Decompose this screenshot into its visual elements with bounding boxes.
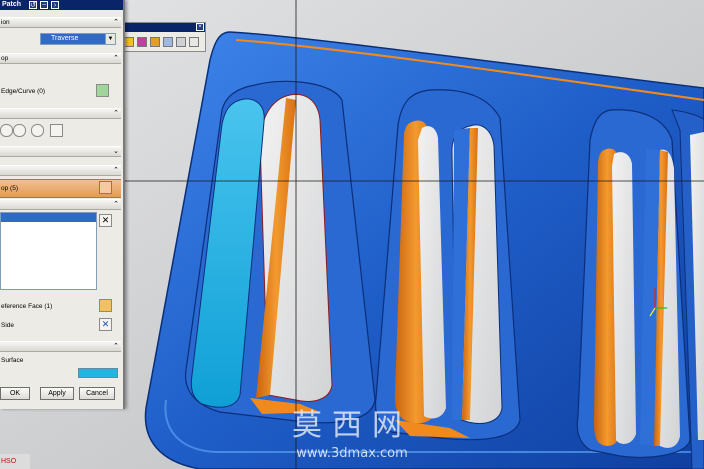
selection-row-label: op (5) xyxy=(1,185,18,192)
chevron-up-icon: ⌃ xyxy=(113,167,119,174)
tool-circle-icon-3[interactable] xyxy=(31,124,44,137)
chevron-up-icon: ⌃ xyxy=(113,110,119,117)
chevron-down-icon[interactable]: ▼ xyxy=(105,34,115,44)
edge-curve-label: Edge/Curve (0) xyxy=(1,88,46,95)
reference-face-label: eference Face (1) xyxy=(1,303,53,310)
selection-row[interactable]: op (5) xyxy=(0,179,121,198)
flag-icon[interactable] xyxy=(50,124,63,137)
loop-list[interactable] xyxy=(0,212,97,290)
list-item-selected[interactable] xyxy=(1,213,96,222)
dropdown-value: Traverse xyxy=(51,35,79,42)
reverse-side-icon[interactable]: ✕ xyxy=(99,318,112,331)
section-tools[interactable]: ⌃ xyxy=(0,108,121,119)
tool-circle-icon-2[interactable] xyxy=(13,124,26,137)
axis-label: XC xyxy=(666,307,675,313)
refresh-icon[interactable]: ↺ xyxy=(29,1,37,9)
ok-button[interactable]: OK xyxy=(0,387,30,400)
chevron-up-icon: ⌃ xyxy=(113,343,119,350)
chevron-up-icon: ⌃ xyxy=(113,19,119,26)
reference-face-icon[interactable] xyxy=(99,299,112,312)
side-label: Side xyxy=(1,322,15,329)
tool-icon-2[interactable] xyxy=(137,37,147,47)
traverse-dropdown[interactable]: Traverse ▼ xyxy=(40,33,116,45)
remove-icon[interactable]: ✕ xyxy=(99,214,112,227)
section-loop[interactable]: op ⌃ xyxy=(0,53,121,64)
cancel-button[interactable]: Cancel xyxy=(79,387,115,400)
tool-icon-5[interactable] xyxy=(176,37,186,47)
close-icon[interactable]: × xyxy=(196,23,204,31)
chevron-down-icon: ⌄ xyxy=(113,148,119,155)
section-collapsed[interactable]: ⌄ xyxy=(0,146,121,157)
section-selection[interactable]: ⌃ xyxy=(0,165,121,176)
section-option[interactable]: ion ⌃ xyxy=(0,17,121,28)
tool-icon-3[interactable] xyxy=(150,37,160,47)
patch-dialog: Patch ↺ − › ion ⌃ Traverse ▼ op ⌃ Edge/C… xyxy=(0,0,125,409)
tool-icon-1[interactable] xyxy=(124,37,134,47)
arrow-right-icon[interactable]: › xyxy=(51,1,59,9)
surface-label: Surface xyxy=(1,357,24,364)
tool-icon-4[interactable] xyxy=(163,37,173,47)
minimize-icon[interactable]: − xyxy=(40,1,48,9)
tool-icon-6[interactable] xyxy=(189,37,199,47)
watermark-url: www.3dmax.com xyxy=(296,446,408,461)
select-loop-icon[interactable] xyxy=(99,181,112,194)
chevron-up-icon: ⌃ xyxy=(113,201,119,208)
tool-circle-icon-1[interactable] xyxy=(0,124,13,137)
section-list[interactable]: ⌃ xyxy=(0,199,121,210)
section-loop-label: op xyxy=(1,55,9,62)
surface-color-swatch[interactable] xyxy=(78,368,118,378)
status-text: HSO xyxy=(1,458,17,465)
chevron-up-icon: ⌃ xyxy=(113,55,119,62)
watermark-cn: 莫西网 xyxy=(292,408,412,443)
toolbar-titlebar[interactable] xyxy=(124,23,205,32)
section-option-label: ion xyxy=(1,19,10,26)
dialog-title: Patch xyxy=(2,1,22,8)
section-settings[interactable]: ⌃ xyxy=(0,341,121,352)
apply-button[interactable]: Apply xyxy=(40,387,74,400)
dialog-titlebar[interactable]: Patch ↺ − › xyxy=(0,0,123,10)
floating-toolbar: × xyxy=(123,22,206,52)
status-bar: HSO xyxy=(0,454,30,469)
cube-icon[interactable] xyxy=(96,84,109,97)
